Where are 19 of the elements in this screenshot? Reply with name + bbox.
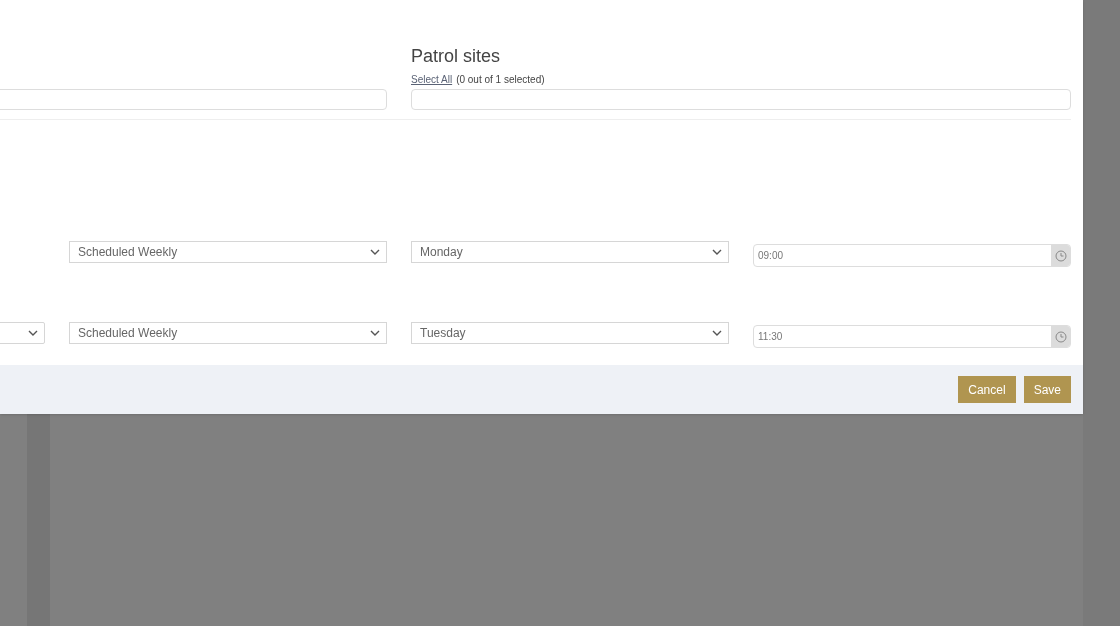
section-title: Patrol sites [411,45,502,68]
chevron-down-icon [712,329,722,336]
chevron-down-icon [370,329,380,336]
dropdown[interactable] [0,321,45,344]
time-field[interactable]: 09:00 [753,244,1071,267]
input-field[interactable] [0,89,387,110]
time-field[interactable]: 11:30 [753,325,1071,348]
chevron-down-icon [28,329,38,336]
dropdown[interactable]: Scheduled Weekly [69,321,387,344]
dropdown[interactable]: Scheduled Weekly [69,240,387,263]
select-all-link[interactable]: Select All [411,71,453,87]
clock-icon [1054,330,1067,343]
selection-count: (0 out of 1 selected) [456,72,545,87]
dropdown[interactable]: Monday [411,240,729,263]
chevron-down-icon [370,248,380,255]
clock-icon [1054,249,1067,262]
chevron-down-icon [712,248,722,255]
patrol-sites-field[interactable] [411,89,1071,110]
dropdown[interactable]: Tuesday [411,321,729,344]
